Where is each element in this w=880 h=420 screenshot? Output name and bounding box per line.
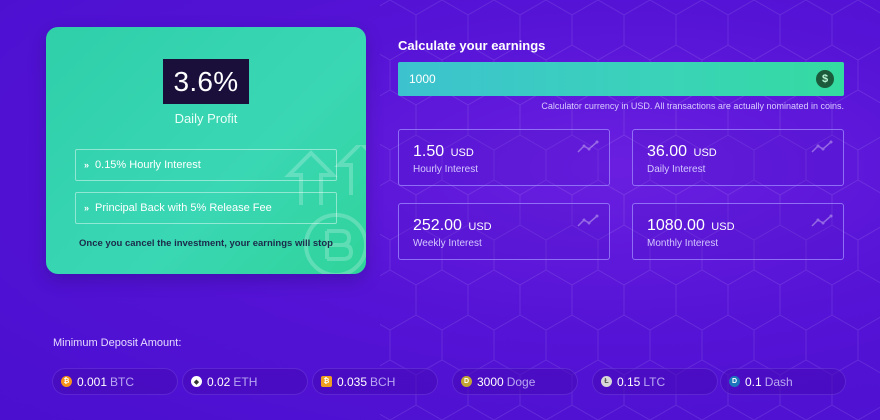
dogecoin-icon: D [461, 376, 472, 387]
plan-feature-hourly: » 0.15% Hourly Interest [75, 149, 337, 181]
coin-btc: ₿ 0.001 BTC [52, 368, 178, 395]
result-label: Monthly Interest [647, 238, 719, 249]
bitcoin-icon: ₿ [61, 376, 72, 387]
coin-symbol: Dash [764, 374, 793, 389]
coin-amount: 0.001 [77, 374, 108, 389]
chevron-right-icon: » [84, 160, 90, 170]
chevron-right-icon: » [84, 203, 90, 213]
dollar-icon: $ [816, 70, 834, 88]
plan-feature-principal: » Principal Back with 5% Release Fee [75, 192, 337, 224]
daily-rate-label: Daily Profit [174, 111, 238, 126]
coin-symbol: BTC [110, 374, 135, 389]
daily-rate-value: 3.6% [163, 59, 249, 104]
result-hourly: 1.50 USD Hourly Interest [398, 129, 610, 186]
amount-field: $ [398, 62, 844, 96]
result-label: Hourly Interest [413, 164, 479, 175]
coin-amount: 3000 [477, 374, 504, 389]
coin-amount: 0.15 [617, 374, 641, 389]
result-amount: 1.50 [413, 143, 445, 160]
coin-symbol: BCH [370, 374, 396, 389]
result-monthly: 1080.00 USD Monthly Interest [632, 203, 844, 260]
result-currency: USD [450, 147, 474, 159]
ethereum-icon: ◆ [191, 376, 202, 387]
coin-doge: D 3000 Doge [452, 368, 578, 395]
result-amount: 252.00 [413, 217, 462, 234]
trend-chart-icon [577, 214, 599, 227]
plan-feature-label: 0.15% Hourly Interest [95, 159, 201, 171]
coin-amount: 0.035 [337, 374, 368, 389]
result-currency: USD [468, 221, 492, 233]
result-label: Daily Interest [647, 164, 706, 175]
result-currency: USD [711, 221, 735, 233]
plan-feature-label: Principal Back with 5% Release Fee [95, 202, 272, 214]
trend-chart-icon [577, 140, 599, 153]
litecoin-icon: Ł [601, 376, 612, 387]
deposit-title: Minimum Deposit Amount: [53, 337, 182, 349]
amount-input[interactable] [398, 62, 798, 96]
trend-chart-icon [811, 214, 833, 227]
coin-dash: D 0.1 Dash [720, 368, 846, 395]
dash-icon: D [729, 376, 740, 387]
coin-eth: ◆ 0.02 ETH [182, 368, 308, 395]
result-daily: 36.00 USD Daily Interest [632, 129, 844, 186]
coin-symbol: ETH [233, 374, 258, 389]
trend-chart-icon [811, 140, 833, 153]
calculator-note: Calculator currency in USD. All transact… [541, 101, 844, 111]
result-amount: 36.00 [647, 143, 688, 160]
result-amount: 1080.00 [647, 217, 705, 234]
plan-note: Once you cancel the investment, your ear… [79, 238, 333, 249]
coin-ltc: Ł 0.15 LTC [592, 368, 718, 395]
result-currency: USD [693, 147, 717, 159]
coin-amount: 0.1 [745, 374, 762, 389]
bitcoin-cash-icon: ₿ [321, 376, 332, 387]
result-label: Weekly Interest [413, 238, 482, 249]
coin-symbol: Doge [506, 374, 536, 389]
coin-bch: ₿ 0.035 BCH [312, 368, 438, 395]
calculator-title: Calculate your earnings [398, 38, 546, 53]
coin-amount: 0.02 [207, 374, 231, 389]
result-weekly: 252.00 USD Weekly Interest [398, 203, 610, 260]
plan-card: 3.6% Daily Profit » 0.15% Hourly Interes… [46, 27, 366, 274]
coin-symbol: LTC [643, 374, 666, 389]
